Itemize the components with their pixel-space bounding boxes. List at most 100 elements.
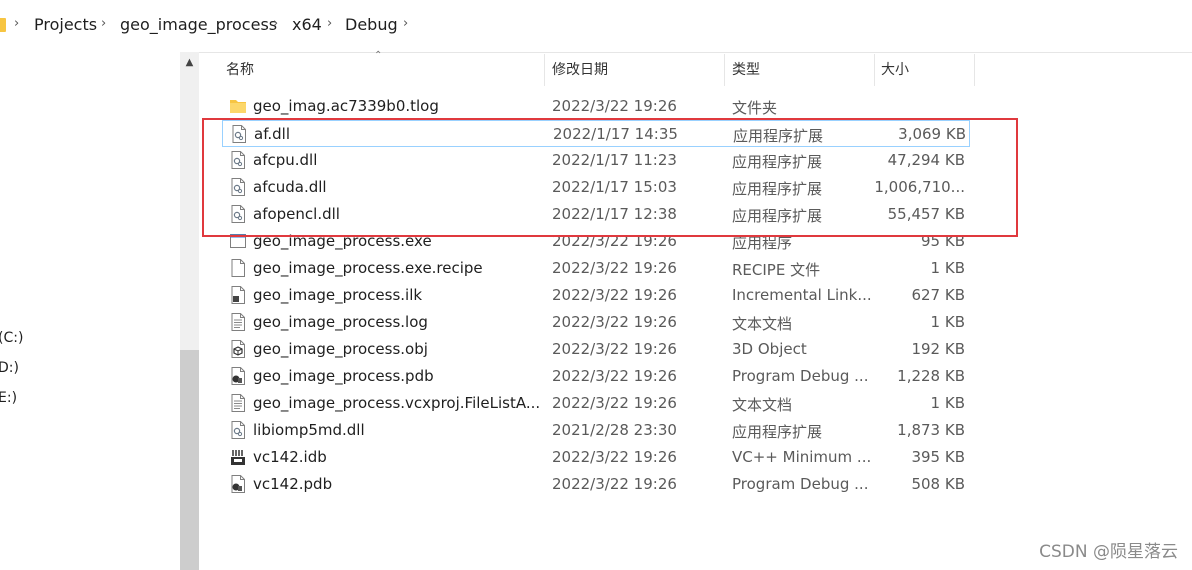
file-size: 1,873 KB	[897, 421, 965, 439]
file-name: af.dll	[254, 125, 291, 143]
breadcrumb-geo-image-process[interactable]: geo_image_process	[120, 15, 277, 34]
scroll-thumb[interactable]	[180, 350, 199, 570]
file-row[interactable]: geo_image_process.exe.recipe 2022/3/22 19…	[222, 255, 970, 282]
nav-drive-d[interactable]: D:)	[0, 360, 19, 376]
file-type: 应用程序扩展	[732, 153, 823, 171]
vertical-scrollbar[interactable]: ▲	[180, 52, 199, 570]
file-date-modified: 2022/3/22 19:26	[552, 340, 677, 358]
nav-drive-c[interactable]: (C:)	[0, 330, 23, 346]
file-type: 应用程序扩展	[732, 423, 823, 441]
folder-icon	[229, 96, 247, 116]
dll-file-icon	[230, 124, 248, 144]
file-row[interactable]: geo_image_process.exe 2022/3/22 19:26 应用程序…	[222, 228, 970, 255]
file-date-modified: 2021/2/28 23:30	[552, 421, 677, 439]
file-row[interactable]: afopencl.dll 2022/1/17 12:38 应用程序扩展 55,457 …	[222, 201, 970, 228]
scroll-up-arrow-icon[interactable]: ▲	[180, 52, 199, 74]
file-row[interactable]: geo_image_process.log 2022/3/22 19:26 文本文档…	[222, 309, 970, 336]
column-header-date[interactable]: 修改日期	[552, 56, 608, 84]
column-divider[interactable]	[974, 54, 975, 86]
breadcrumb-x64[interactable]: x64	[292, 15, 322, 34]
file-row[interactable]: geo_image_process.pdb 2022/3/22 19:26 Prog…	[222, 363, 970, 390]
dll-file-icon	[229, 177, 247, 197]
chevron-right-icon[interactable]: ›	[327, 16, 332, 31]
file-type: 文件夹	[732, 99, 778, 117]
file-name: vc142.idb	[253, 448, 327, 466]
file-name: geo_image_process.exe	[253, 232, 432, 250]
pdb-file-icon	[229, 474, 247, 494]
idb-file-icon	[229, 447, 247, 467]
pdb-file-icon	[229, 366, 247, 386]
file-size: 508 KB	[911, 475, 965, 493]
column-divider[interactable]	[544, 54, 545, 86]
file-size: 95 KB	[921, 232, 965, 250]
text-file-icon	[229, 393, 247, 413]
text-file-icon	[229, 312, 247, 332]
file-date-modified: 2022/3/22 19:26	[552, 97, 677, 115]
file-type: 应用程序扩展	[732, 207, 823, 225]
file-size: 1 KB	[930, 394, 965, 412]
file-type: 应用程序	[732, 234, 793, 252]
column-header-name[interactable]: 名称	[226, 56, 254, 84]
file-row[interactable]: geo_image_process.vcxproj.FileListA... 20…	[222, 390, 970, 417]
chevron-right-icon[interactable]: ›	[403, 16, 408, 31]
file-date-modified: 2022/3/22 19:26	[552, 232, 677, 250]
breadcrumb-debug[interactable]: Debug	[345, 15, 398, 34]
file-type: 文本文档	[732, 315, 793, 333]
file-type: RECIPE 文件	[732, 261, 821, 279]
file-name: afopencl.dll	[253, 205, 340, 223]
breadcrumb-projects[interactable]: Projects	[34, 15, 97, 34]
chevron-right-icon[interactable]: ›	[14, 16, 19, 31]
file-size: 1 KB	[930, 259, 965, 277]
column-header-type[interactable]: 类型	[732, 56, 760, 84]
file-date-modified: 2022/1/17 15:03	[552, 178, 677, 196]
file-date-modified: 2022/3/22 19:26	[552, 475, 677, 493]
file-row[interactable]: vc142.idb 2022/3/22 19:26 VC++ Minimum ...…	[222, 444, 970, 471]
3d-object-file-icon	[229, 339, 247, 359]
file-name: afcuda.dll	[253, 178, 327, 196]
file-size: 1 KB	[930, 313, 965, 331]
file-date-modified: 2022/3/22 19:26	[552, 448, 677, 466]
file-explorer-window: › Projects › geo_image_process › x64 › D…	[0, 0, 1192, 570]
file-type: 应用程序扩展	[733, 127, 824, 145]
file-name: libiomp5md.dll	[253, 421, 365, 439]
column-header-size[interactable]: 大小	[881, 56, 909, 84]
file-size: 1,228 KB	[897, 367, 965, 385]
blank-file-icon	[229, 258, 247, 278]
address-bar[interactable]: › Projects › geo_image_process › x64 › D…	[0, 0, 1192, 53]
file-size: 627 KB	[911, 286, 965, 304]
file-name: geo_imag.ac7339b0.tlog	[253, 97, 439, 115]
chevron-right-icon[interactable]: ›	[101, 16, 106, 31]
file-date-modified: 2022/3/22 19:26	[552, 367, 677, 385]
dll-file-icon	[229, 420, 247, 440]
nav-drive-e[interactable]: E:)	[0, 390, 17, 406]
file-size: 1,006,710...	[874, 178, 965, 196]
file-name: geo_image_process.vcxproj.FileListA...	[253, 394, 541, 412]
file-row[interactable]: af.dll 2022/1/17 14:35 应用程序扩展 3,069 KB	[222, 120, 970, 147]
file-size: 3,069 KB	[898, 125, 966, 143]
file-row[interactable]: geo_image_process.obj 2022/3/22 19:26 3D O…	[222, 336, 970, 363]
file-row[interactable]: afcuda.dll 2022/1/17 15:03 应用程序扩展 1,006,710…	[222, 174, 970, 201]
file-date-modified: 2022/1/17 12:38	[552, 205, 677, 223]
file-size: 395 KB	[911, 448, 965, 466]
column-divider[interactable]	[724, 54, 725, 86]
file-size: 47,294 KB	[887, 151, 965, 169]
file-row[interactable]: geo_image_process.ilk 2022/3/22 19:26 Incr…	[222, 282, 970, 309]
dll-file-icon	[229, 150, 247, 170]
file-type: 3D Object	[732, 340, 807, 358]
file-size: 192 KB	[911, 340, 965, 358]
file-row[interactable]: afcpu.dll 2022/1/17 11:23 应用程序扩展 47,294 KB	[222, 147, 970, 174]
file-type: Program Debug ...	[732, 367, 869, 385]
file-row[interactable]: vc142.pdb 2022/3/22 19:26 Program Debug ..…	[222, 471, 970, 498]
sort-ascending-icon: ⌃	[374, 50, 383, 61]
file-row[interactable]: geo_imag.ac7339b0.tlog 2022/3/22 19:26 文件夹	[222, 93, 970, 120]
file-type: Program Debug ...	[732, 475, 869, 493]
file-date-modified: 2022/1/17 11:23	[552, 151, 677, 169]
watermark: CSDN @陨星落云	[1039, 542, 1178, 562]
file-row[interactable]: libiomp5md.dll 2021/2/28 23:30 应用程序扩展 1,873…	[222, 417, 970, 444]
file-date-modified: 2022/3/22 19:26	[552, 259, 677, 277]
file-name: vc142.pdb	[253, 475, 333, 493]
ilk-file-icon	[229, 285, 247, 305]
column-divider[interactable]	[874, 54, 875, 86]
file-date-modified: 2022/3/22 19:26	[552, 286, 677, 304]
chevron-right-icon[interactable]: ›	[273, 16, 278, 31]
